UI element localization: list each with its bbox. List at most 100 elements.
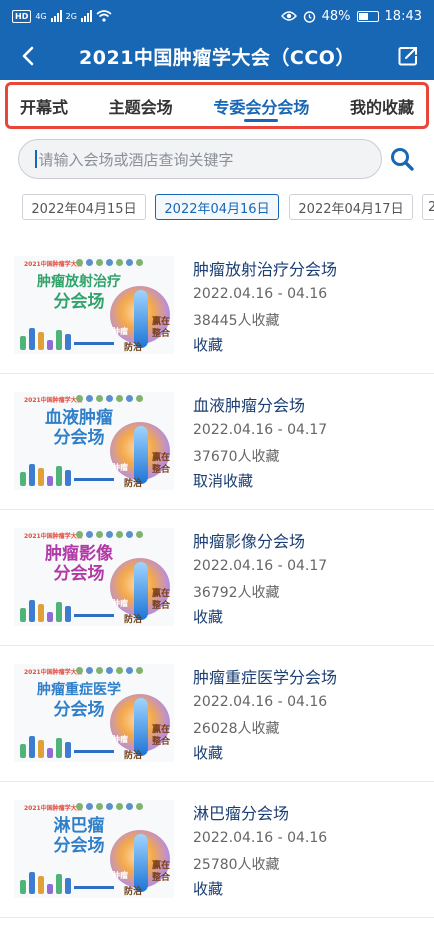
search-placeholder: 请输入会场或酒店查询关键字 bbox=[38, 150, 234, 169]
poster-bars-graphic bbox=[20, 598, 80, 622]
poster-tag-bottom: 防治 bbox=[124, 751, 143, 761]
session-thumbnail: 2021中国肿瘤学大会 血液肿瘤 分会场 肿瘤 赢在 整合 防治 bbox=[14, 392, 174, 490]
poster-date-line bbox=[74, 478, 114, 481]
date-chip-more[interactable]: 2 bbox=[422, 194, 434, 220]
session-thumbnail: 2021中国肿瘤学大会 肿瘤影像 分会场 肿瘤 赢在 整合 防治 bbox=[14, 528, 174, 626]
poster-header: 2021中国肿瘤学大会 bbox=[24, 261, 83, 268]
date-chip-0416[interactable]: 2022年04月16日 bbox=[155, 194, 279, 220]
session-thumbnail: 2021中国肿瘤学大会 淋巴瘤 分会场 肿瘤 赢在 整合 防治 bbox=[14, 800, 174, 898]
back-button[interactable] bbox=[14, 42, 42, 70]
session-list: 2021中国肿瘤学大会 肿瘤放射治疗 分会场 肿瘤 赢在 整合 防治 肿瘤放射治疗分会场 2… bbox=[0, 238, 434, 918]
session-dates: 2022.04.16 - 04.16 bbox=[193, 830, 328, 846]
poster-tag-right-2: 整合 bbox=[152, 873, 171, 883]
session-dates: 2022.04.16 - 04.17 bbox=[193, 558, 328, 574]
sponsor-logos-icon bbox=[76, 667, 166, 675]
tab-opening[interactable]: 开幕式 bbox=[20, 85, 68, 126]
favorite-button[interactable]: 收藏 bbox=[193, 334, 223, 355]
status-bar: HD 4G 2G 48% 18:43 bbox=[0, 0, 434, 32]
date-filter-row: 2022年04月15日 2022年04月16日 2022年04月17日 2 bbox=[0, 194, 434, 222]
poster-header: 2021中国肿瘤学大会 bbox=[24, 533, 83, 540]
poster-header: 2021中国肿瘤学大会 bbox=[24, 397, 83, 404]
list-item[interactable]: 2021中国肿瘤学大会 血液肿瘤 分会场 肿瘤 赢在 整合 防治 血液肿瘤分会场 2022.… bbox=[0, 374, 434, 510]
sponsor-logos-icon bbox=[76, 395, 166, 403]
poster-session-name: 血液肿瘤 分会场 bbox=[45, 408, 113, 448]
status-left: HD 4G 2G bbox=[12, 9, 112, 23]
sponsor-logos-icon bbox=[76, 259, 166, 267]
session-thumbnail: 2021中国肿瘤学大会 肿瘤放射治疗 分会场 肿瘤 赢在 整合 防治 bbox=[14, 256, 174, 354]
search-icon bbox=[391, 148, 414, 171]
text-caret bbox=[35, 150, 37, 168]
poster-tag-left: 肿瘤 bbox=[112, 735, 128, 744]
sponsor-logos-icon bbox=[76, 803, 166, 811]
poster-tag-right-2: 整合 bbox=[152, 601, 171, 611]
poster-tag-bottom: 防治 bbox=[124, 479, 143, 489]
favorite-count: 37670人收藏 bbox=[193, 449, 280, 465]
favorite-button[interactable]: 收藏 bbox=[193, 606, 223, 627]
list-item[interactable]: 2021中国肿瘤学大会 肿瘤影像 分会场 肿瘤 赢在 整合 防治 肿瘤影像分会场 2022.… bbox=[0, 510, 434, 646]
poster-tag-right-2: 整合 bbox=[152, 329, 171, 339]
poster-tag-bottom: 防治 bbox=[124, 887, 143, 897]
tab-committee-venue[interactable]: 专委会分会场 bbox=[213, 85, 309, 126]
clock-time: 18:43 bbox=[384, 8, 422, 24]
status-right: 48% 18:43 bbox=[280, 8, 422, 24]
list-item[interactable]: 2021中国肿瘤学大会 淋巴瘤 分会场 肿瘤 赢在 整合 防治 淋巴瘤分会场 2022.04… bbox=[0, 782, 434, 918]
poster-session-name: 肿瘤重症医学 分会场 bbox=[37, 682, 121, 720]
list-item[interactable]: 2021中国肿瘤学大会 肿瘤重症医学 分会场 肿瘤 赢在 整合 防治 肿瘤重症医学分会场 2… bbox=[0, 646, 434, 782]
tab-bar: 开幕式 主题会场 专委会分会场 我的收藏 bbox=[5, 82, 429, 129]
session-dates: 2022.04.16 - 04.16 bbox=[193, 694, 328, 710]
poster-bars-graphic bbox=[20, 870, 80, 894]
date-chip-0417[interactable]: 2022年04月17日 bbox=[289, 194, 413, 220]
poster-bars-graphic bbox=[20, 734, 80, 758]
poster-tag-left: 肿瘤 bbox=[112, 463, 128, 472]
poster-header: 2021中国肿瘤学大会 bbox=[24, 805, 83, 812]
session-title[interactable]: 肿瘤影像分会场 bbox=[193, 528, 305, 552]
poster-session-name: 肿瘤影像 分会场 bbox=[45, 544, 113, 584]
page-title: 2021中国肿瘤学大会（CCO） bbox=[79, 46, 355, 69]
search-input[interactable]: 请输入会场或酒店查询关键字 bbox=[18, 139, 382, 179]
poster-tag-left: 肿瘤 bbox=[112, 871, 128, 880]
wifi-icon bbox=[96, 10, 112, 22]
network-label-2: 2G bbox=[65, 11, 77, 21]
session-thumbnail: 2021中国肿瘤学大会 肿瘤重症医学 分会场 肿瘤 赢在 整合 防治 bbox=[14, 664, 174, 762]
favorite-count: 25780人收藏 bbox=[193, 857, 280, 873]
poster-tag-right-2: 整合 bbox=[152, 465, 171, 475]
favorite-count: 36792人收藏 bbox=[193, 585, 280, 601]
poster-session-name: 肿瘤放射治疗 分会场 bbox=[37, 274, 121, 312]
session-title[interactable]: 血液肿瘤分会场 bbox=[193, 392, 305, 416]
session-title[interactable]: 淋巴瘤分会场 bbox=[193, 800, 289, 824]
search-button[interactable] bbox=[387, 144, 417, 174]
session-dates: 2022.04.16 - 04.16 bbox=[193, 286, 328, 302]
share-button[interactable] bbox=[394, 42, 422, 70]
tab-my-favorites[interactable]: 我的收藏 bbox=[350, 85, 414, 126]
favorite-button[interactable]: 收藏 bbox=[193, 742, 223, 763]
app-header: 2021中国肿瘤学大会（CCO） bbox=[0, 32, 434, 80]
poster-date-line bbox=[74, 614, 114, 617]
chevron-left-icon bbox=[22, 46, 34, 66]
poster-date-line bbox=[74, 342, 114, 345]
poster-header: 2021中国肿瘤学大会 bbox=[24, 669, 83, 676]
poster-tag-right-2: 整合 bbox=[152, 737, 171, 747]
share-icon bbox=[398, 47, 417, 66]
date-chip-0415[interactable]: 2022年04月15日 bbox=[22, 194, 146, 220]
poster-bars-graphic bbox=[20, 462, 80, 486]
list-item[interactable]: 2021中国肿瘤学大会 肿瘤放射治疗 分会场 肿瘤 赢在 整合 防治 肿瘤放射治疗分会场 2… bbox=[0, 238, 434, 374]
network-label-1: 4G bbox=[35, 11, 47, 21]
poster-session-name: 淋巴瘤 分会场 bbox=[53, 816, 105, 856]
signal-icon bbox=[50, 10, 62, 22]
favorite-count: 38445人收藏 bbox=[193, 313, 280, 329]
poster-tag-left: 肿瘤 bbox=[112, 327, 128, 336]
favorite-button[interactable]: 收藏 bbox=[193, 878, 223, 899]
favorite-count: 26028人收藏 bbox=[193, 721, 280, 737]
poster-tag-left: 肿瘤 bbox=[112, 599, 128, 608]
poster-tag-bottom: 防治 bbox=[124, 615, 143, 625]
poster-date-line bbox=[74, 886, 114, 889]
battery-icon bbox=[356, 10, 379, 22]
battery-percent: 48% bbox=[321, 8, 351, 24]
session-title[interactable]: 肿瘤放射治疗分会场 bbox=[193, 256, 337, 280]
tab-theme-venue[interactable]: 主题会场 bbox=[109, 85, 173, 126]
session-title[interactable]: 肿瘤重症医学分会场 bbox=[193, 664, 337, 688]
alarm-icon bbox=[303, 10, 315, 23]
unfavorite-button[interactable]: 取消收藏 bbox=[193, 470, 253, 491]
signal-icon-2 bbox=[80, 10, 92, 22]
hd-badge: HD bbox=[12, 9, 32, 23]
